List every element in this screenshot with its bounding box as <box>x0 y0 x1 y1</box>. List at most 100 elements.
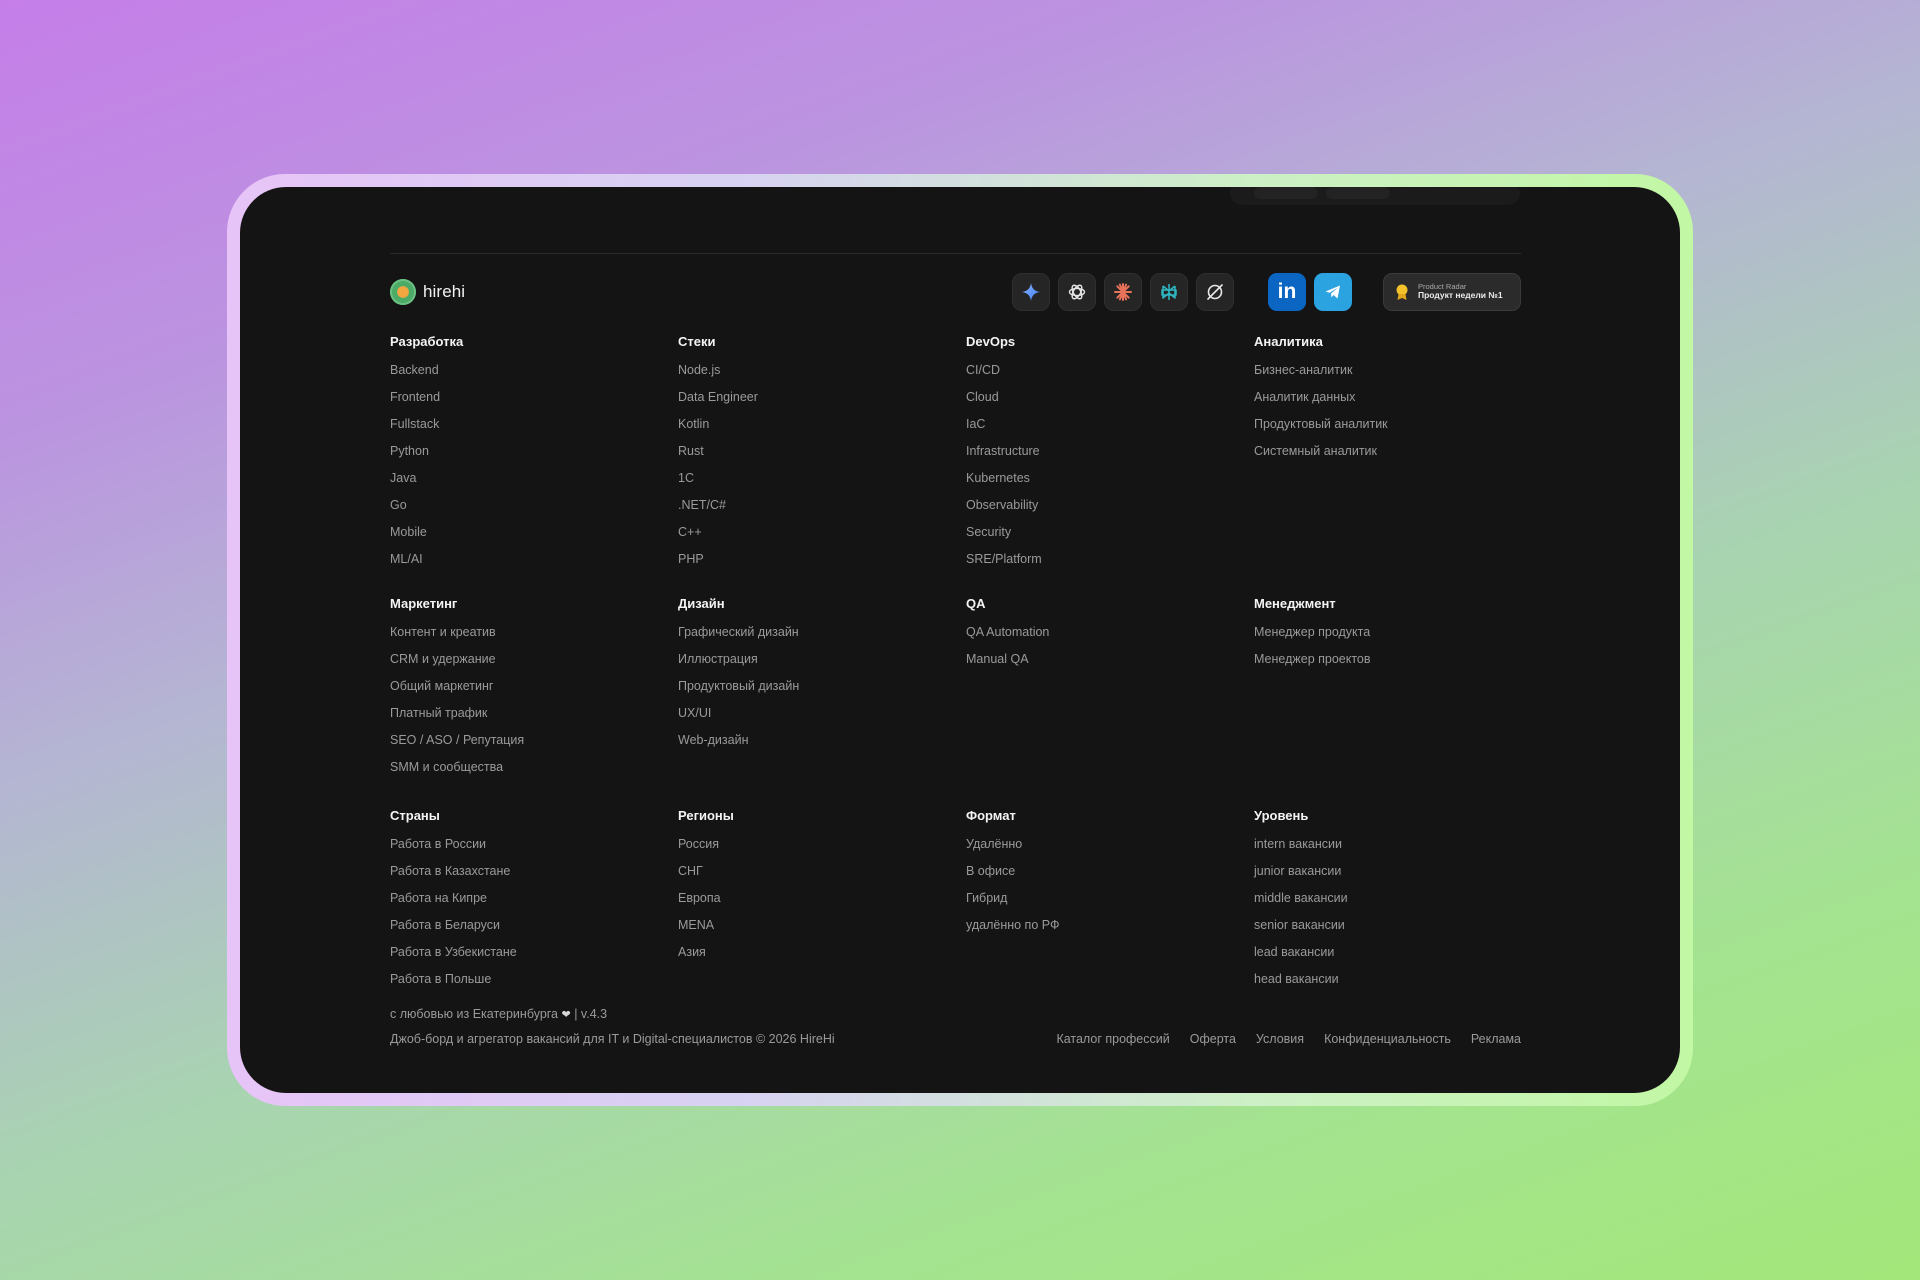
product-radar-badge[interactable]: Product Radar Продукт недели №1 <box>1383 273 1521 311</box>
footer-link[interactable]: Менеджер проектов <box>1254 646 1521 673</box>
link-privacy[interactable]: Конфиденциальность <box>1324 1030 1451 1048</box>
footer-link[interactable]: SEO / ASO / Репутация <box>390 727 678 754</box>
section-links: Графический дизайн Иллюстрация Продуктов… <box>678 619 966 754</box>
footer-link[interactable]: lead вакансии <box>1254 939 1521 966</box>
footer-link[interactable]: CI/CD <box>966 357 1254 384</box>
section-links: Node.js Data Engineer Kotlin Rust 1С .NE… <box>678 357 966 573</box>
ai-claude-button[interactable] <box>1104 273 1142 311</box>
footer-link[interactable]: Аналитик данных <box>1254 384 1521 411</box>
award-icon <box>1396 284 1408 300</box>
site-footer: hirehi in Product Radar Продукт недели №… <box>390 253 1521 1048</box>
footer-link[interactable]: Data Engineer <box>678 384 966 411</box>
footer-top-row: hirehi in Product Radar Продукт недели №… <box>390 273 1521 311</box>
footer-link[interactable]: СНГ <box>678 858 966 885</box>
footer-link[interactable]: middle вакансии <box>1254 885 1521 912</box>
footer-link[interactable]: Kotlin <box>678 411 966 438</box>
footer-link[interactable]: 1С <box>678 465 966 492</box>
section-links: Бизнес-аналитик Аналитик данных Продукто… <box>1254 357 1521 465</box>
footer-link[interactable]: Системный аналитик <box>1254 438 1521 465</box>
footer-link[interactable]: Mobile <box>390 519 678 546</box>
footer-link[interactable]: Infrastructure <box>966 438 1254 465</box>
footer-link[interactable]: Frontend <box>390 384 678 411</box>
footer-link[interactable]: Менеджер продукта <box>1254 619 1521 646</box>
ai-perplexity-button[interactable] <box>1150 273 1188 311</box>
made-with-love: с любовью из Екатеринбурга ❤ | v.4.3 <box>390 1005 835 1024</box>
footer-link[interactable]: Работа в Узбекистане <box>390 939 678 966</box>
footer-link[interactable]: Manual QA <box>966 646 1254 673</box>
footer-section-design: Дизайн Графический дизайн Иллюстрация Пр… <box>678 594 966 806</box>
section-title: Страны <box>390 808 440 823</box>
footer-link[interactable]: В офисе <box>966 858 1254 885</box>
footer-link[interactable]: intern вакансии <box>1254 831 1521 858</box>
section-title: Формат <box>966 808 1016 823</box>
footer-section-regions: Регионы Россия СНГ Европа MENA Азия <box>678 806 966 1005</box>
footer-link[interactable]: junior вакансии <box>1254 858 1521 885</box>
footer-link[interactable]: Web-дизайн <box>678 727 966 754</box>
footer-link[interactable]: Общий маркетинг <box>390 673 678 700</box>
footer-link[interactable]: C++ <box>678 519 966 546</box>
footer-link[interactable]: Россия <box>678 831 966 858</box>
footer-link[interactable]: Go <box>390 492 678 519</box>
footer-link[interactable]: Европа <box>678 885 966 912</box>
section-links: Менеджер продукта Менеджер проектов <box>1254 619 1521 673</box>
ai-chatgpt-button[interactable] <box>1058 273 1096 311</box>
footer-link[interactable]: Backend <box>390 357 678 384</box>
footer-link[interactable]: Продуктовый аналитик <box>1254 411 1521 438</box>
footer-link[interactable]: ML/AI <box>390 546 678 573</box>
footer-actions: in Product Radar Продукт недели №1 <box>1012 273 1521 311</box>
footer-link[interactable]: Работа на Кипре <box>390 885 678 912</box>
footer-link[interactable]: SRE/Platform <box>966 546 1254 573</box>
footer-link[interactable]: Node.js <box>678 357 966 384</box>
footer-link[interactable]: Security <box>966 519 1254 546</box>
footer-link[interactable]: Контент и креатив <box>390 619 678 646</box>
footer-link[interactable]: Rust <box>678 438 966 465</box>
footer-section-qa: QA QA Automation Manual QA <box>966 594 1254 806</box>
legal-links: Каталог профессий Оферта Условия Конфиде… <box>1056 1030 1521 1048</box>
footer-section-level: Уровень intern вакансии junior вакансии … <box>1254 806 1521 1005</box>
section-links: Россия СНГ Европа MENA Азия <box>678 831 966 966</box>
footer-link[interactable]: Java <box>390 465 678 492</box>
sparkle-icon <box>1022 283 1040 301</box>
footer-link[interactable]: .NET/C# <box>678 492 966 519</box>
footer-link[interactable]: Работа в Польше <box>390 966 678 993</box>
footer-link[interactable]: Cloud <box>966 384 1254 411</box>
footer-link[interactable]: Бизнес-аналитик <box>1254 357 1521 384</box>
footer-link[interactable]: CRM и удержание <box>390 646 678 673</box>
footer-link[interactable]: MENA <box>678 912 966 939</box>
footer-link[interactable]: IaC <box>966 411 1254 438</box>
footer-link[interactable]: PHP <box>678 546 966 573</box>
footer-link[interactable]: SMM и сообщества <box>390 754 678 781</box>
footer-link[interactable]: head вакансии <box>1254 966 1521 993</box>
link-offer[interactable]: Оферта <box>1190 1030 1236 1048</box>
ai-gemini-button[interactable] <box>1012 273 1050 311</box>
footer-link[interactable]: Азия <box>678 939 966 966</box>
footer-link[interactable]: Observability <box>966 492 1254 519</box>
section-title: DevOps <box>966 334 1016 349</box>
footer-link[interactable]: QA Automation <box>966 619 1254 646</box>
footer-link[interactable]: Гибрид <box>966 885 1254 912</box>
linkedin-button[interactable]: in <box>1268 273 1306 311</box>
footer-link[interactable]: Продуктовый дизайн <box>678 673 966 700</box>
link-terms[interactable]: Условия <box>1256 1030 1304 1048</box>
footer-divider <box>390 253 1521 254</box>
grok-icon <box>1207 284 1223 300</box>
brand-logo[interactable]: hirehi <box>390 279 465 305</box>
footer-link[interactable]: senior вакансии <box>1254 912 1521 939</box>
ai-grok-button[interactable] <box>1196 273 1234 311</box>
footer-link[interactable]: Python <box>390 438 678 465</box>
footer-link[interactable]: Kubernetes <box>966 465 1254 492</box>
link-advertising[interactable]: Реклама <box>1471 1030 1521 1048</box>
footer-link[interactable]: Иллюстрация <box>678 646 966 673</box>
version-label: | v.4.3 <box>574 1007 608 1021</box>
link-profession-catalog[interactable]: Каталог профессий <box>1056 1030 1169 1048</box>
footer-link[interactable]: Работа в России <box>390 831 678 858</box>
footer-link[interactable]: Платный трафик <box>390 700 678 727</box>
footer-link[interactable]: удалённо по РФ <box>966 912 1254 939</box>
footer-link[interactable]: UX/UI <box>678 700 966 727</box>
telegram-button[interactable] <box>1314 273 1352 311</box>
footer-link[interactable]: Графический дизайн <box>678 619 966 646</box>
footer-link[interactable]: Работа в Беларуси <box>390 912 678 939</box>
footer-link[interactable]: Работа в Казахстане <box>390 858 678 885</box>
footer-link[interactable]: Удалённо <box>966 831 1254 858</box>
footer-link[interactable]: Fullstack <box>390 411 678 438</box>
